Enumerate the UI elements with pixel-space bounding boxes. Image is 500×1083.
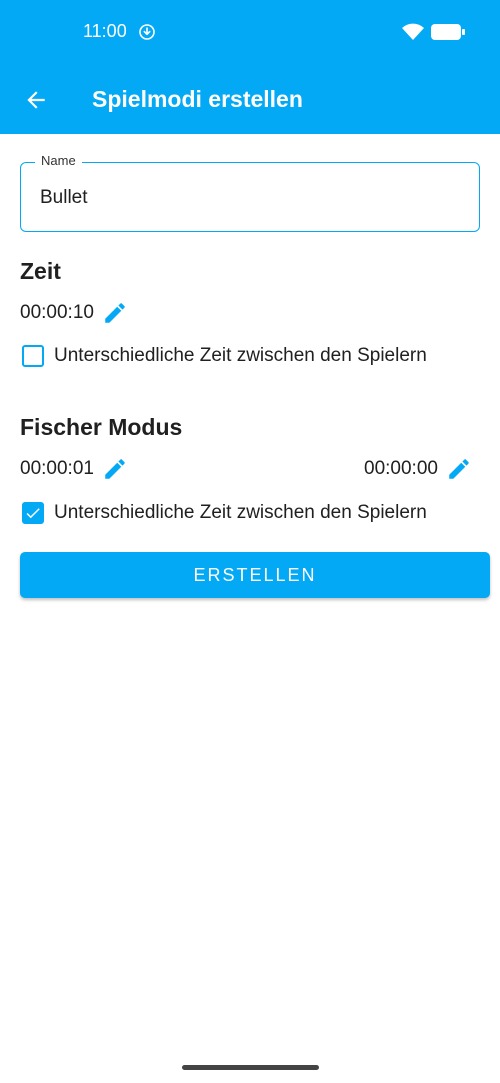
fischer-time-right-row: 00:00:00 xyxy=(364,456,472,482)
create-button[interactable]: ERSTELLEN xyxy=(20,552,490,598)
arrow-back-icon xyxy=(27,91,45,109)
home-indicator[interactable] xyxy=(182,1065,319,1070)
fischer-time-left-row: 00:00:01 xyxy=(20,456,128,482)
fischer-time-right-value: 00:00:00 xyxy=(364,458,438,479)
back-button[interactable] xyxy=(18,82,54,118)
fischer-different-time-checkbox[interactable] xyxy=(22,502,44,524)
zeit-different-time-checkbox[interactable] xyxy=(22,345,44,367)
fischer-different-time-checkbox-row[interactable]: Unterschiedliche Zeit zwischen den Spiel… xyxy=(20,502,427,524)
zeit-heading: Zeit xyxy=(20,258,61,284)
app-bar: 11:00 Spielmodi erstellen xyxy=(0,0,500,134)
pencil-icon[interactable] xyxy=(102,456,128,482)
wifi-icon xyxy=(402,23,424,40)
name-field-label: Name xyxy=(35,153,82,168)
zeit-checkbox-label: Unterschiedliche Zeit zwischen den Spiel… xyxy=(54,345,427,366)
battery-icon xyxy=(431,24,465,40)
zeit-time-value: 00:00:10 xyxy=(20,302,94,323)
pencil-icon[interactable] xyxy=(102,300,128,326)
zeit-time-row: 00:00:10 xyxy=(20,300,128,326)
download-indicator-icon xyxy=(139,24,155,40)
fischer-heading: Fischer Modus xyxy=(20,414,183,440)
name-field[interactable]: Name xyxy=(20,153,480,232)
pencil-icon[interactable] xyxy=(446,456,472,482)
fischer-time-left-value: 00:00:01 xyxy=(20,458,94,479)
page-title: Spielmodi erstellen xyxy=(92,86,303,112)
fischer-checkbox-label: Unterschiedliche Zeit zwischen den Spiel… xyxy=(54,502,427,523)
status-time: 11:00 xyxy=(83,21,127,41)
zeit-different-time-checkbox-row[interactable]: Unterschiedliche Zeit zwischen den Spiel… xyxy=(20,345,427,367)
name-input[interactable] xyxy=(40,185,460,211)
checkmark-icon xyxy=(26,508,40,519)
